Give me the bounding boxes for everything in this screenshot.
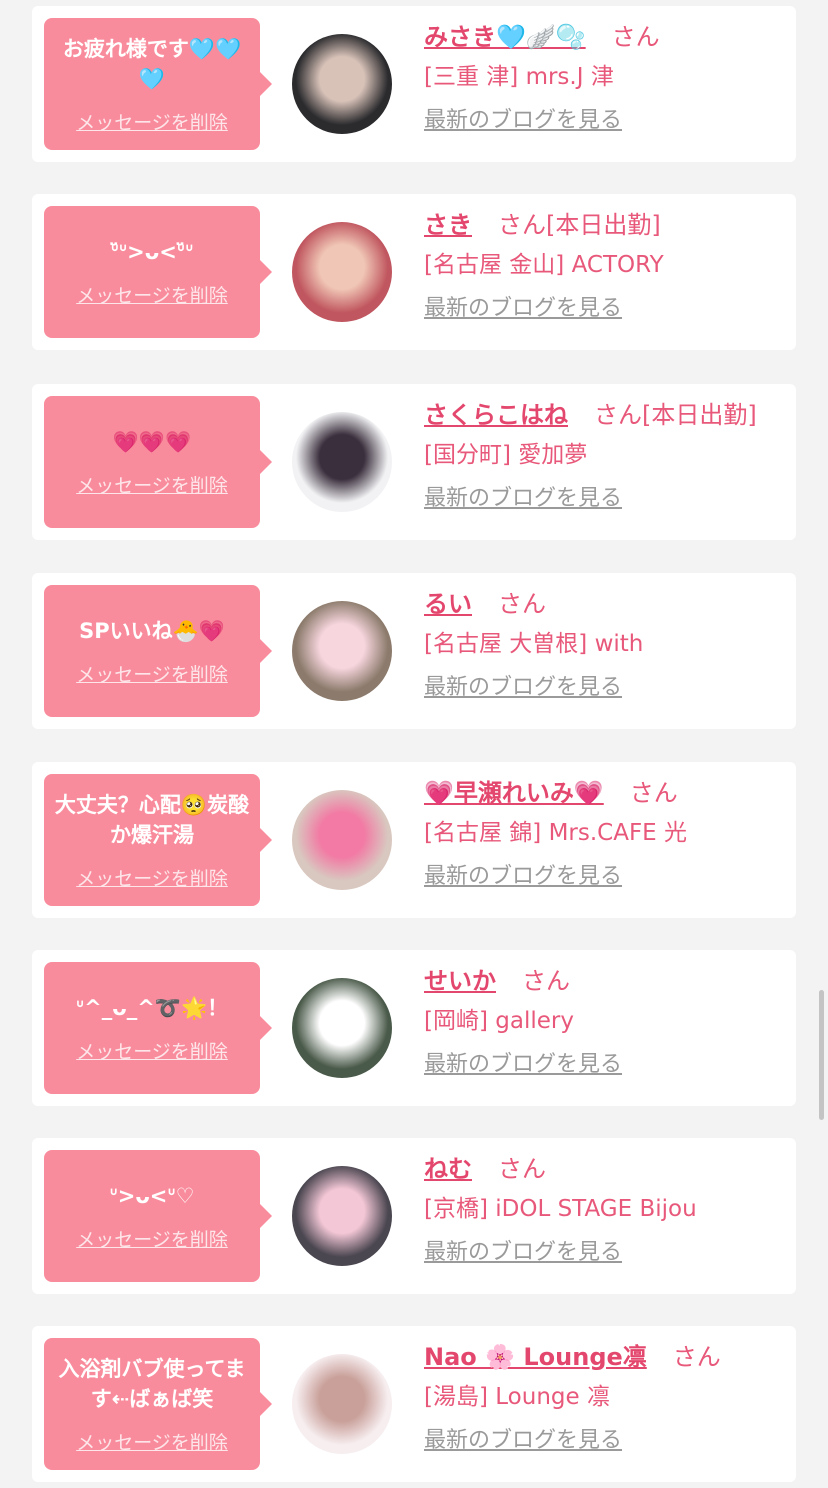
scrollbar[interactable]: [819, 990, 824, 1120]
message-card: SPいいね🐣💗 メッセージを削除 るい さん [名古屋 大曽根] with 最新の…: [32, 573, 796, 729]
message-card: ᐡ>ᴗ<ᐡ♡ メッセージを削除 ねむ さん [京橋] iDOL STAGE Bij…: [32, 1138, 796, 1294]
latest-blog-link[interactable]: 最新のブログを見る: [424, 671, 622, 705]
profile-info: さくらこはね さん[本日出勤] [国分町] 愛加夢 最新のブログを見る: [424, 398, 786, 516]
shop-info: [名古屋 錦] Mrs.CAFE 光: [424, 820, 688, 846]
latest-blog-link[interactable]: 最新のブログを見る: [424, 1424, 622, 1458]
message-bubble: ᐡ̆̈ᐡ>ᴗ<ᐡ̆̈ᐡ メッセージを削除: [44, 206, 272, 338]
girl-name-link[interactable]: みさき🩵🪽🫧: [424, 23, 586, 51]
delete-message-link[interactable]: メッセージを削除: [76, 1428, 228, 1455]
avatar[interactable]: [292, 1354, 392, 1454]
message-card: 大丈夫？心配🥺炭酸か爆汗湯 メッセージを削除 💗早瀬れいみ💗 さん [名古屋 錦]…: [32, 762, 796, 918]
profile-info: 💗早瀬れいみ💗 さん [名古屋 錦] Mrs.CAFE 光 最新のブログを見る: [424, 776, 786, 894]
name-line: Nao 🌸 Lounge凛 さん: [424, 1340, 786, 1374]
message-text: 入浴剤バブ使ってます⇠ばぁば笑: [58, 1356, 246, 1411]
honorific: さん: [629, 779, 678, 807]
message-card: ᐡ^_ᴗ_^➰🌟！ メッセージを削除 せいか さん [岡崎] gallery 最新…: [32, 950, 796, 1106]
honorific: さん: [498, 1155, 546, 1183]
message-text: お疲れ様です🩵🩵🩵: [62, 36, 242, 91]
message-text: ᐡ>ᴗ<ᐡ♡: [109, 1183, 195, 1208]
avatar[interactable]: [292, 978, 392, 1078]
girl-name-link[interactable]: さくらこはね: [424, 401, 568, 429]
latest-blog-link[interactable]: 最新のブログを見る: [424, 104, 622, 138]
avatar[interactable]: [292, 34, 392, 134]
delete-message-link[interactable]: メッセージを削除: [76, 471, 228, 498]
girl-name-link[interactable]: Nao 🌸 Lounge凛: [424, 1343, 647, 1371]
shop-info: [国分町] 愛加夢: [424, 442, 588, 468]
girl-name-link[interactable]: ねむ: [424, 1155, 472, 1183]
avatar[interactable]: [292, 1166, 392, 1266]
today-attendance-badge: [本日出勤]: [546, 211, 661, 239]
latest-blog-link[interactable]: 最新のブログを見る: [424, 482, 622, 516]
message-bubble: 大丈夫？心配🥺炭酸か爆汗湯 メッセージを削除: [44, 774, 272, 906]
shop-info: [京橋] iDOL STAGE Bijou: [424, 1196, 697, 1222]
profile-info: せいか さん [岡崎] gallery 最新のブログを見る: [424, 964, 786, 1082]
avatar[interactable]: [292, 412, 392, 512]
name-line: さくらこはね さん[本日出勤]: [424, 398, 786, 432]
message-bubble: 💗💗💗 メッセージを削除: [44, 396, 272, 528]
message-bubble: SPいいね🐣💗 メッセージを削除: [44, 585, 272, 717]
girl-name-link[interactable]: せいか: [424, 967, 496, 995]
shop-info: [名古屋 大曽根] with: [424, 631, 644, 657]
name-line: 💗早瀬れいみ💗 さん: [424, 776, 786, 810]
profile-info: ねむ さん [京橋] iDOL STAGE Bijou 最新のブログを見る: [424, 1152, 786, 1270]
honorific: さん: [498, 590, 546, 618]
profile-info: みさき🩵🪽🫧 さん [三重 津] mrs.J 津 最新のブログを見る: [424, 20, 786, 138]
shop-info: [湯島] Lounge 凛: [424, 1384, 610, 1410]
avatar[interactable]: [292, 222, 392, 322]
honorific: さん: [498, 211, 546, 239]
message-text: ᐡ̆̈ᐡ>ᴗ<ᐡ̆̈ᐡ: [110, 239, 194, 264]
message-card: お疲れ様です🩵🩵🩵 メッセージを削除 みさき🩵🪽🫧 さん [三重 津] mrs.J…: [32, 6, 796, 162]
latest-blog-link[interactable]: 最新のブログを見る: [424, 860, 622, 894]
girl-name-link[interactable]: るい: [424, 590, 472, 618]
name-line: せいか さん: [424, 964, 786, 998]
avatar[interactable]: [292, 790, 392, 890]
message-text: ᐡ^_ᴗ_^➰🌟！: [75, 995, 229, 1020]
message-card: 💗💗💗 メッセージを削除 さくらこはね さん[本日出勤] [国分町] 愛加夢 最新…: [32, 384, 796, 540]
delete-message-link[interactable]: メッセージを削除: [76, 108, 228, 135]
latest-blog-link[interactable]: 最新のブログを見る: [424, 1236, 622, 1270]
latest-blog-link[interactable]: 最新のブログを見る: [424, 292, 622, 326]
shop-info: [三重 津] mrs.J 津: [424, 64, 614, 90]
delete-message-link[interactable]: メッセージを削除: [76, 1037, 228, 1064]
message-text: 💗💗💗: [112, 429, 192, 454]
message-bubble: お疲れ様です🩵🩵🩵 メッセージを削除: [44, 18, 272, 150]
message-bubble: ᐡ>ᴗ<ᐡ♡ メッセージを削除: [44, 1150, 272, 1282]
shop-info: [名古屋 金山] ACTORY: [424, 252, 664, 278]
delete-message-link[interactable]: メッセージを削除: [76, 864, 228, 891]
delete-message-link[interactable]: メッセージを削除: [76, 281, 228, 308]
message-bubble: 入浴剤バブ使ってます⇠ばぁば笑 メッセージを削除: [44, 1338, 272, 1470]
honorific: さん: [672, 1343, 721, 1371]
today-attendance-badge: [本日出勤]: [642, 401, 757, 429]
avatar[interactable]: [292, 601, 392, 701]
profile-info: るい さん [名古屋 大曽根] with 最新のブログを見る: [424, 587, 786, 705]
girl-name-link[interactable]: 💗早瀬れいみ💗: [424, 779, 604, 807]
name-line: さき さん[本日出勤]: [424, 208, 786, 242]
profile-info: さき さん[本日出勤] [名古屋 金山] ACTORY 最新のブログを見る: [424, 208, 786, 326]
message-bubble: ᐡ^_ᴗ_^➰🌟！ メッセージを削除: [44, 962, 272, 1094]
honorific: さん: [594, 401, 642, 429]
delete-message-link[interactable]: メッセージを削除: [76, 660, 228, 687]
profile-info: Nao 🌸 Lounge凛 さん [湯島] Lounge 凛 最新のブログを見る: [424, 1340, 786, 1458]
shop-info: [岡崎] gallery: [424, 1008, 574, 1034]
girl-name-link[interactable]: さき: [424, 211, 472, 239]
message-text: 大丈夫？心配🥺炭酸か爆汗湯: [54, 792, 250, 847]
name-line: みさき🩵🪽🫧 さん: [424, 20, 786, 54]
latest-blog-link[interactable]: 最新のブログを見る: [424, 1048, 622, 1082]
honorific: さん: [611, 23, 660, 51]
name-line: ねむ さん: [424, 1152, 786, 1186]
honorific: さん: [522, 967, 570, 995]
delete-message-link[interactable]: メッセージを削除: [76, 1225, 228, 1252]
message-list: お疲れ様です🩵🩵🩵 メッセージを削除 みさき🩵🪽🫧 さん [三重 津] mrs.J…: [0, 0, 828, 1488]
message-card: 入浴剤バブ使ってます⇠ばぁば笑 メッセージを削除 Nao 🌸 Lounge凛 さん…: [32, 1326, 796, 1482]
message-text: SPいいね🐣💗: [79, 618, 225, 643]
name-line: るい さん: [424, 587, 786, 621]
message-card: ᐡ̆̈ᐡ>ᴗ<ᐡ̆̈ᐡ メッセージを削除 さき さん[本日出勤] [名古屋 金山]…: [32, 194, 796, 350]
